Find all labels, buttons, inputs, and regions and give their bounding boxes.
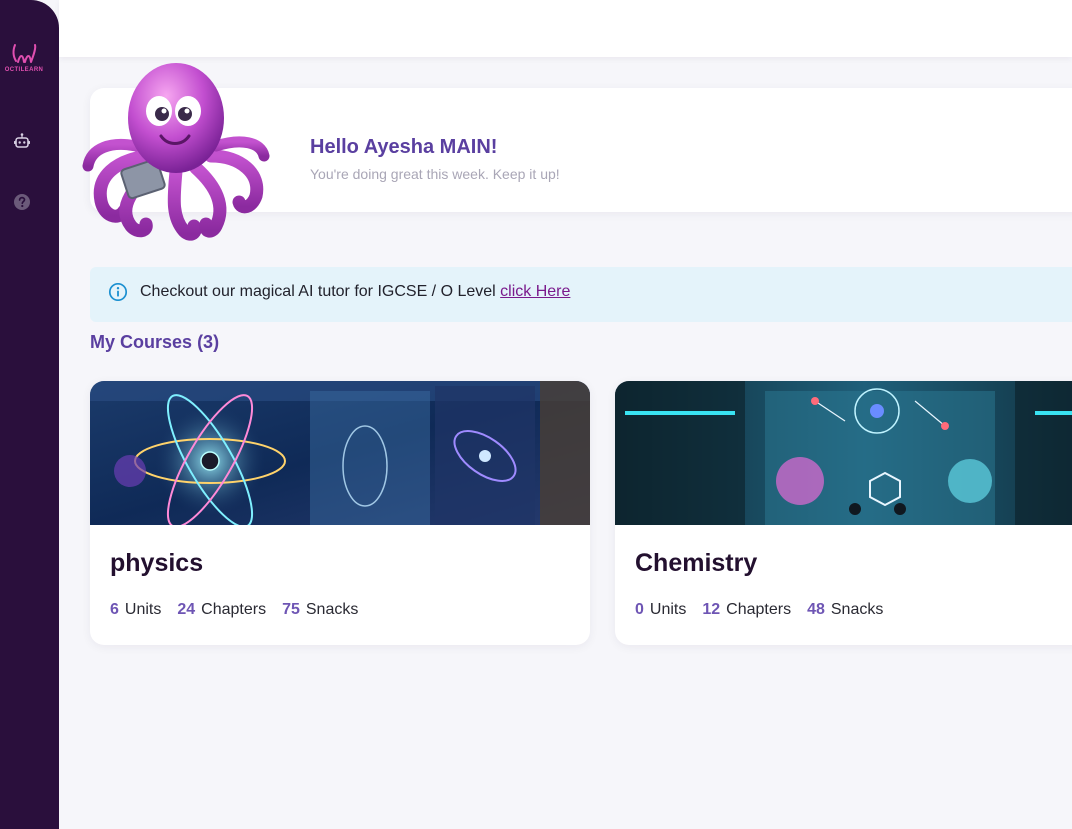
chapters-count: 24 xyxy=(177,601,196,618)
greeting-subtitle: You're doing great this week. Keep it up… xyxy=(310,166,560,182)
snacks-count: 75 xyxy=(282,601,300,618)
help-icon[interactable] xyxy=(12,192,32,212)
units-label: Units xyxy=(124,601,162,618)
robot-icon[interactable] xyxy=(12,131,32,151)
octopus-mascot-image xyxy=(82,63,270,241)
courses-heading-count: (3) xyxy=(197,332,220,352)
snacks-label: Snacks xyxy=(830,601,884,618)
greeting-title: Hello Ayesha MAIN! xyxy=(310,136,498,158)
chapters-label: Chapters xyxy=(726,601,792,618)
top-bar xyxy=(59,0,1072,57)
octilearn-logo[interactable]: OCTILEARN xyxy=(4,42,44,73)
logo-text: OCTILEARN xyxy=(4,67,44,73)
course-title: Chemistry xyxy=(635,549,758,577)
chapters-count: 12 xyxy=(702,601,721,618)
units-label: Units xyxy=(649,601,687,618)
courses-heading-label: My Courses xyxy=(90,332,193,352)
my-courses-heading: My Courses (3) xyxy=(90,332,219,353)
course-title: physics xyxy=(110,549,204,577)
info-icon xyxy=(108,282,128,302)
banner-text: Checkout our magical AI tutor for IGCSE … xyxy=(140,283,496,300)
snacks-label: Snacks xyxy=(305,601,359,618)
course-card-chemistry[interactable]: Chemistry 0 Units 12 Chapters 48 Snacks xyxy=(615,381,1072,645)
chemistry-course-image xyxy=(615,381,1072,525)
banner-link[interactable]: click Here xyxy=(500,283,570,300)
course-stats: 6 Units 24 Chapters 75 Snacks xyxy=(110,601,374,619)
units-count: 6 xyxy=(110,601,119,618)
course-stats: 0 Units 12 Chapters 48 Snacks xyxy=(635,601,899,619)
units-count: 0 xyxy=(635,601,644,618)
sidebar: OCTILEARN xyxy=(0,0,59,829)
chapters-label: Chapters xyxy=(201,601,267,618)
course-card-physics[interactable]: physics 6 Units 24 Chapters 75 Snacks xyxy=(90,381,590,645)
physics-course-image xyxy=(90,381,590,525)
snacks-count: 48 xyxy=(807,601,825,618)
banner-text-wrapper: Checkout our magical AI tutor for IGCSE … xyxy=(140,283,570,301)
